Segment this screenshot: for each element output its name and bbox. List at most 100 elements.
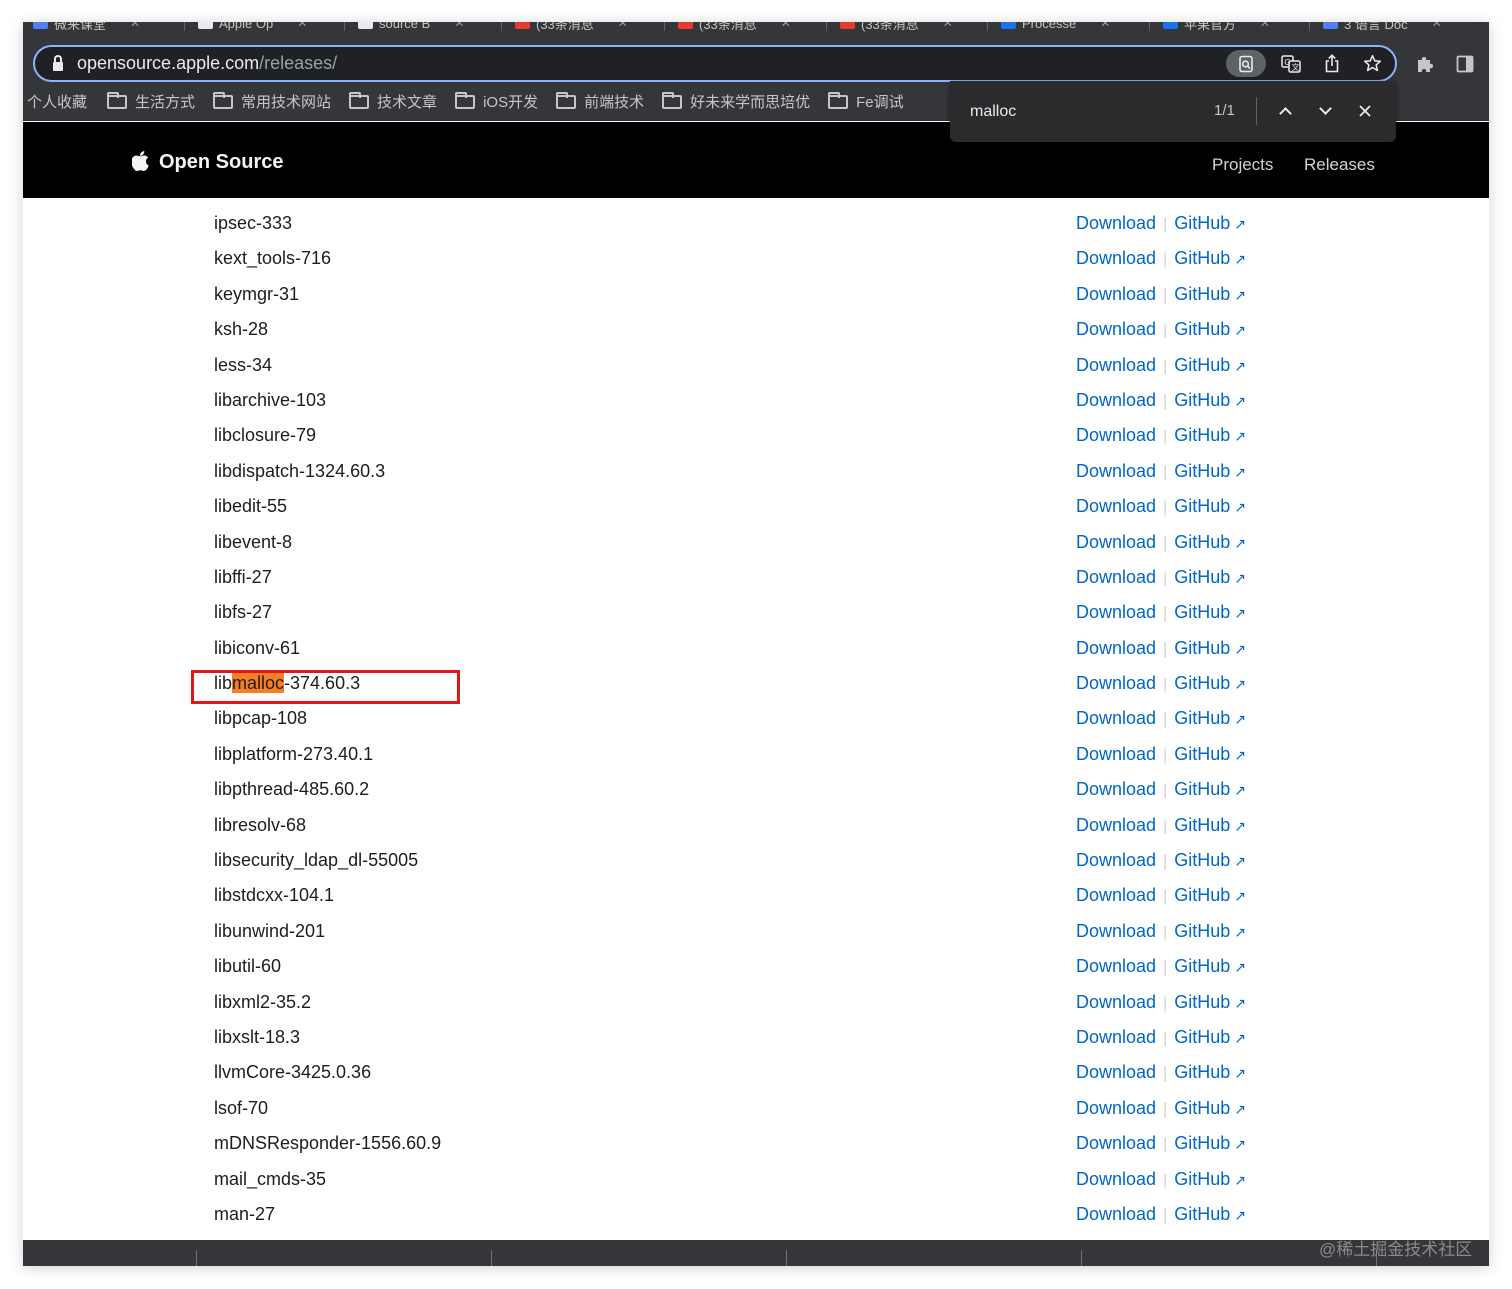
download-link[interactable]: Download <box>1076 1133 1156 1153</box>
github-link[interactable]: GitHub ↗ <box>1174 638 1246 658</box>
download-link[interactable]: Download <box>1076 673 1156 693</box>
github-link[interactable]: GitHub ↗ <box>1174 921 1246 941</box>
download-link[interactable]: Download <box>1076 390 1156 410</box>
github-link[interactable]: GitHub ↗ <box>1174 956 1246 976</box>
github-link[interactable]: GitHub ↗ <box>1174 1204 1246 1224</box>
browser-tab[interactable]: (33条消息 ✕ <box>840 22 953 33</box>
github-link[interactable]: GitHub ↗ <box>1174 248 1246 268</box>
github-link[interactable]: GitHub ↗ <box>1174 496 1246 516</box>
github-link[interactable]: GitHub ↗ <box>1174 850 1246 870</box>
side-panel-icon[interactable] <box>1452 51 1478 77</box>
bookmark-folder[interactable]: 技术文章 <box>349 91 437 112</box>
download-link[interactable]: Download <box>1076 1204 1156 1224</box>
browser-tab[interactable]: 3 语言 Doc ✕ <box>1323 22 1442 33</box>
extensions-icon[interactable] <box>1412 51 1438 77</box>
bookmark-folder[interactable]: iOS开发 <box>455 91 538 112</box>
browser-tab[interactable]: (33条消息 ✕ <box>515 22 628 33</box>
find-in-page-icon[interactable] <box>1226 50 1266 77</box>
browser-tab[interactable]: source B ✕ <box>358 22 464 33</box>
find-input[interactable]: malloc <box>970 103 1170 121</box>
apple-logo-icon[interactable] <box>132 150 150 172</box>
download-link[interactable]: Download <box>1076 992 1156 1012</box>
nav-releases[interactable]: Releases <box>1304 155 1375 175</box>
browser-tab[interactable]: (33条消息 ✕ <box>678 22 791 33</box>
github-link[interactable]: GitHub ↗ <box>1174 1098 1246 1118</box>
bookmark-folder[interactable]: 好未来学而思培优 <box>662 91 810 112</box>
github-link[interactable]: GitHub ↗ <box>1174 390 1246 410</box>
browser-tab[interactable]: 苹果官方 ✕ <box>1163 22 1270 33</box>
download-link[interactable]: Download <box>1076 496 1156 516</box>
github-link[interactable]: GitHub ↗ <box>1174 1133 1246 1153</box>
tab-close-icon[interactable]: ✕ <box>130 22 140 30</box>
tab-close-icon[interactable]: ✕ <box>943 22 953 30</box>
browser-tab[interactable]: 微来课堂 ✕ <box>33 22 140 33</box>
github-link[interactable]: GitHub ↗ <box>1174 425 1246 445</box>
download-link[interactable]: Download <box>1076 567 1156 587</box>
download-link[interactable]: Download <box>1076 1062 1156 1082</box>
find-previous-button[interactable] <box>1270 97 1300 125</box>
github-link[interactable]: GitHub ↗ <box>1174 567 1246 587</box>
url-text[interactable]: opensource.apple.com/releases/ <box>77 53 337 74</box>
download-link[interactable]: Download <box>1076 1027 1156 1047</box>
download-link[interactable]: Download <box>1076 602 1156 622</box>
bookmark-folder[interactable]: 生活方式 <box>107 91 195 112</box>
github-link[interactable]: GitHub ↗ <box>1174 461 1246 481</box>
share-icon[interactable] <box>1315 50 1348 77</box>
github-link[interactable]: GitHub ↗ <box>1174 355 1246 375</box>
tab-close-icon[interactable]: ✕ <box>781 22 791 30</box>
tab-close-icon[interactable]: ✕ <box>1260 22 1270 30</box>
tab-close-icon[interactable]: ✕ <box>1100 22 1110 30</box>
address-bar[interactable]: opensource.apple.com/releases/ G文 <box>33 45 1397 82</box>
github-link[interactable]: GitHub ↗ <box>1174 319 1246 339</box>
find-close-button[interactable] <box>1350 97 1380 125</box>
download-link[interactable]: Download <box>1076 744 1156 764</box>
github-link[interactable]: GitHub ↗ <box>1174 532 1246 552</box>
github-link[interactable]: GitHub ↗ <box>1174 673 1246 693</box>
download-link[interactable]: Download <box>1076 284 1156 304</box>
download-link[interactable]: Download <box>1076 815 1156 835</box>
download-link[interactable]: Download <box>1076 461 1156 481</box>
lock-icon[interactable] <box>53 55 63 71</box>
bookmark-folder[interactable]: 常用技术网站 <box>213 91 331 112</box>
bookmark-star-icon[interactable] <box>1356 50 1389 77</box>
download-link[interactable]: Download <box>1076 213 1156 233</box>
github-link[interactable]: GitHub ↗ <box>1174 708 1246 728</box>
bookmark-favorites[interactable]: 个人收藏 <box>27 91 87 112</box>
download-link[interactable]: Download <box>1076 1098 1156 1118</box>
github-link[interactable]: GitHub ↗ <box>1174 602 1246 622</box>
download-link[interactable]: Download <box>1076 885 1156 905</box>
download-link[interactable]: Download <box>1076 319 1156 339</box>
browser-tab[interactable]: Processe ✕ <box>1001 22 1110 33</box>
translate-icon[interactable]: G文 <box>1274 50 1307 77</box>
download-link[interactable]: Download <box>1076 532 1156 552</box>
tab-close-icon[interactable]: ✕ <box>297 22 307 30</box>
download-link[interactable]: Download <box>1076 248 1156 268</box>
download-link[interactable]: Download <box>1076 921 1156 941</box>
download-link[interactable]: Download <box>1076 425 1156 445</box>
github-link[interactable]: GitHub ↗ <box>1174 992 1246 1012</box>
github-link[interactable]: GitHub ↗ <box>1174 1169 1246 1189</box>
download-link[interactable]: Download <box>1076 779 1156 799</box>
github-link[interactable]: GitHub ↗ <box>1174 744 1246 764</box>
browser-tab[interactable]: Apple Op ✕ <box>198 22 307 33</box>
github-link[interactable]: GitHub ↗ <box>1174 284 1246 304</box>
download-link[interactable]: Download <box>1076 638 1156 658</box>
download-link[interactable]: Download <box>1076 956 1156 976</box>
download-link[interactable]: Download <box>1076 355 1156 375</box>
find-next-button[interactable] <box>1310 97 1340 125</box>
bookmark-folder[interactable]: Fe调试 <box>828 91 904 112</box>
download-link[interactable]: Download <box>1076 1169 1156 1189</box>
github-link[interactable]: GitHub ↗ <box>1174 213 1246 233</box>
site-brand[interactable]: Open Source <box>159 151 283 174</box>
tab-close-icon[interactable]: ✕ <box>1432 22 1442 30</box>
tab-close-icon[interactable]: ✕ <box>454 22 464 30</box>
github-link[interactable]: GitHub ↗ <box>1174 885 1246 905</box>
github-link[interactable]: GitHub ↗ <box>1174 779 1246 799</box>
download-link[interactable]: Download <box>1076 708 1156 728</box>
download-link[interactable]: Download <box>1076 850 1156 870</box>
github-link[interactable]: GitHub ↗ <box>1174 815 1246 835</box>
github-link[interactable]: GitHub ↗ <box>1174 1062 1246 1082</box>
bookmark-folder[interactable]: 前端技术 <box>556 91 644 112</box>
github-link[interactable]: GitHub ↗ <box>1174 1027 1246 1047</box>
tab-close-icon[interactable]: ✕ <box>618 22 628 30</box>
